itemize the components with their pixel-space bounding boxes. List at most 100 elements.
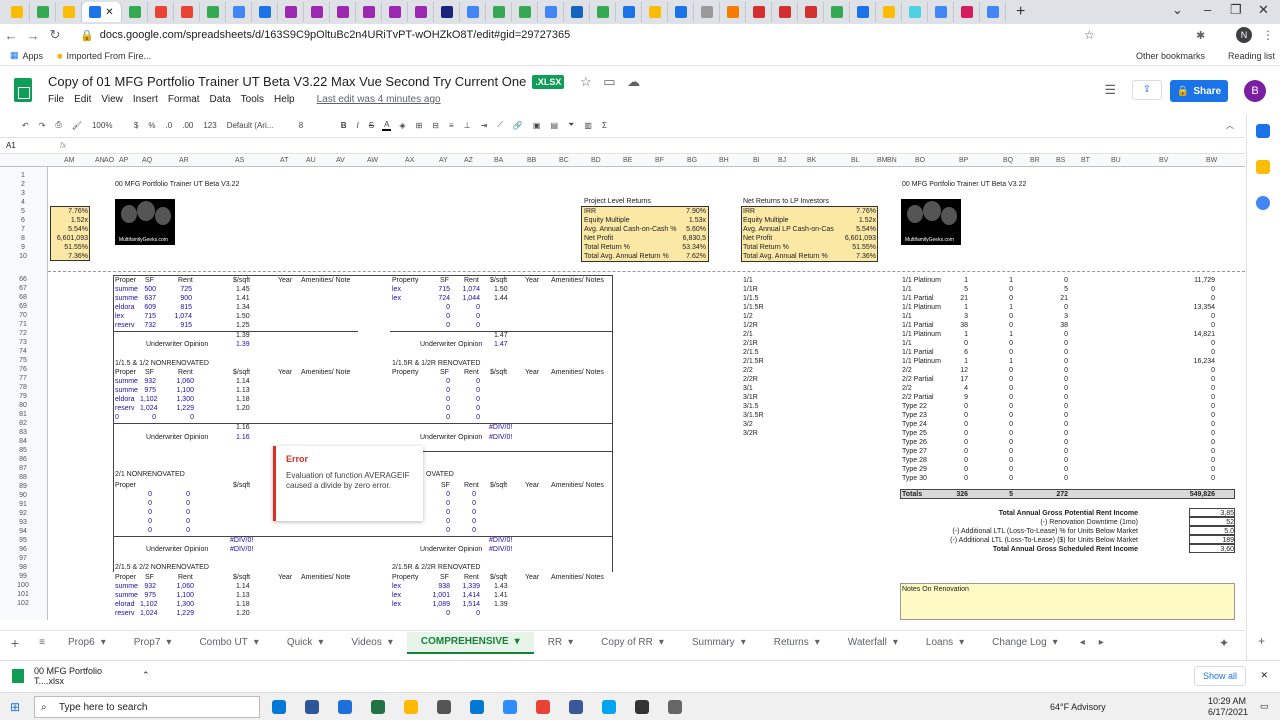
taskbar-app-icon[interactable]	[338, 700, 352, 714]
row-header[interactable]: 87	[0, 465, 46, 472]
browser-tab[interactable]	[928, 2, 954, 22]
column-header[interactable]: BD	[591, 157, 601, 164]
browser-tab[interactable]	[226, 2, 252, 22]
sheet-tab[interactable]: Summary ▾	[678, 632, 760, 654]
column-header[interactable]: BU	[1111, 157, 1121, 164]
sheet-tab-menu-icon[interactable]: ▾	[815, 637, 820, 648]
restore-icon[interactable]: ❐	[1230, 2, 1242, 18]
font-select[interactable]: Default (Ari...	[225, 121, 291, 130]
windows-start-icon[interactable]: ⊞	[10, 700, 20, 714]
browser-tab[interactable]	[720, 2, 746, 22]
browser-tab[interactable]	[486, 2, 512, 22]
row-header[interactable]: 5	[0, 208, 46, 215]
menu-edit[interactable]: Edit	[74, 94, 91, 105]
sheet-tab-menu-icon[interactable]: ▾	[318, 637, 323, 648]
column-header[interactable]: AT	[280, 157, 288, 164]
insert-link-icon[interactable]: 🔗	[511, 121, 525, 130]
taskbar-app-icon[interactable]	[668, 700, 682, 714]
text-wrap-icon[interactable]: ⇥	[479, 121, 490, 130]
italic-button[interactable]: I	[354, 121, 360, 130]
taskbar-app-icon[interactable]	[536, 700, 550, 714]
column-header[interactable]: BP	[959, 157, 968, 164]
insert-chart-icon[interactable]: ▤	[548, 121, 560, 130]
browser-tab[interactable]	[668, 2, 694, 22]
forward-icon[interactable]: →	[22, 28, 44, 43]
browser-tab[interactable]	[512, 2, 538, 22]
add-sheet-icon[interactable]: +	[0, 635, 30, 651]
column-header[interactable]: AO	[104, 157, 114, 164]
browser-tab[interactable]	[148, 2, 174, 22]
menu-file[interactable]: File	[48, 94, 64, 105]
browser-tab[interactable]	[616, 2, 642, 22]
reading-list[interactable]: Reading list	[1228, 51, 1275, 61]
browser-tab[interactable]	[174, 2, 200, 22]
browser-tab[interactable]	[590, 2, 616, 22]
column-header[interactable]: BI	[753, 157, 760, 164]
sheet-tab-menu-icon[interactable]: ▾	[1053, 637, 1058, 648]
print-icon[interactable]: ⎙	[53, 120, 63, 130]
column-header[interactable]: BC	[559, 157, 569, 164]
column-header[interactable]: AV	[336, 157, 345, 164]
column-header[interactable]: BB	[527, 157, 536, 164]
notifications-icon[interactable]: ▭	[1260, 701, 1269, 712]
back-icon[interactable]: ←	[0, 28, 22, 43]
browser-tab[interactable]	[278, 2, 304, 22]
browser-tab[interactable]	[876, 2, 902, 22]
row-header[interactable]: 82	[0, 420, 46, 427]
share-button[interactable]: 🔒 Share	[1170, 80, 1228, 102]
row-header[interactable]: 9	[0, 244, 46, 251]
row-header[interactable]: 70	[0, 312, 46, 319]
row-header[interactable]: 67	[0, 285, 46, 292]
row-header[interactable]: 88	[0, 474, 46, 481]
sheet-tab[interactable]: Copy of RR ▾	[587, 632, 678, 654]
menu-view[interactable]: View	[101, 94, 123, 105]
functions-icon[interactable]: Σ	[600, 121, 609, 130]
scroll-tabs-right-icon[interactable]: ▸	[1099, 637, 1104, 648]
menu-data[interactable]: Data	[210, 94, 231, 105]
other-bookmarks[interactable]: Other bookmarks	[1136, 51, 1205, 61]
column-header[interactable]: BQ	[1003, 157, 1013, 164]
sheet-tab-menu-icon[interactable]: ▾	[741, 637, 746, 648]
column-header[interactable]: BS	[1056, 157, 1065, 164]
bookmark-imported[interactable]: Imported From Fire...	[66, 51, 151, 61]
fill-color-icon[interactable]: ◈	[397, 121, 407, 130]
borders-icon[interactable]: ⊞	[414, 121, 425, 130]
text-color-button[interactable]: A	[382, 120, 392, 131]
row-header[interactable]: 8	[0, 235, 46, 242]
browser-menu-icon[interactable]: ⋮	[1262, 28, 1274, 42]
freeze-divider[interactable]	[48, 271, 1245, 272]
column-header[interactable]: AU	[306, 157, 316, 164]
column-header[interactable]: BL	[851, 157, 860, 164]
taskbar-search[interactable]: ⌕ Type here to search	[34, 696, 260, 718]
all-sheets-icon[interactable]: ≡	[30, 637, 54, 648]
sheet-tab[interactable]: Change Log ▾	[978, 632, 1072, 654]
taskbar-app-icon[interactable]	[602, 700, 616, 714]
sheet-tab[interactable]: Waterfall ▾	[834, 632, 912, 654]
column-header[interactable]: BE	[623, 157, 632, 164]
sheet-tab[interactable]: Combo UT ▾	[185, 632, 272, 654]
sheet-tab[interactable]: Prop7 ▾	[120, 632, 186, 654]
bookmark-star-icon[interactable]: ☆	[1084, 28, 1095, 42]
scroll-tabs-left-icon[interactable]: ◂	[1080, 637, 1085, 648]
browser-tab[interactable]	[382, 2, 408, 22]
taskbar-app-icon[interactable]	[371, 700, 385, 714]
row-header[interactable]: 89	[0, 483, 46, 490]
sheet-tab-menu-icon[interactable]: ▾	[166, 637, 171, 648]
row-header[interactable]: 68	[0, 294, 46, 301]
row-header[interactable]: 73	[0, 339, 46, 346]
menu-tools[interactable]: Tools	[241, 94, 264, 105]
row-header[interactable]: 7	[0, 226, 46, 233]
row-header[interactable]: 6	[0, 217, 46, 224]
currency-button[interactable]: $	[132, 121, 140, 130]
sheet-tab[interactable]: Loans ▾	[912, 632, 978, 654]
browser-tab[interactable]	[252, 2, 278, 22]
sheet-tab-menu-icon[interactable]: ▾	[959, 637, 964, 648]
sheet-tab[interactable]: Returns ▾	[760, 632, 834, 654]
row-header[interactable]: 93	[0, 519, 46, 526]
browser-tab[interactable]	[564, 2, 590, 22]
apps-icon[interactable]: ▦	[10, 50, 19, 61]
row-header[interactable]: 72	[0, 330, 46, 337]
browser-tab[interactable]	[122, 2, 148, 22]
row-header[interactable]: 69	[0, 303, 46, 310]
name-box[interactable]: A1	[0, 141, 60, 150]
